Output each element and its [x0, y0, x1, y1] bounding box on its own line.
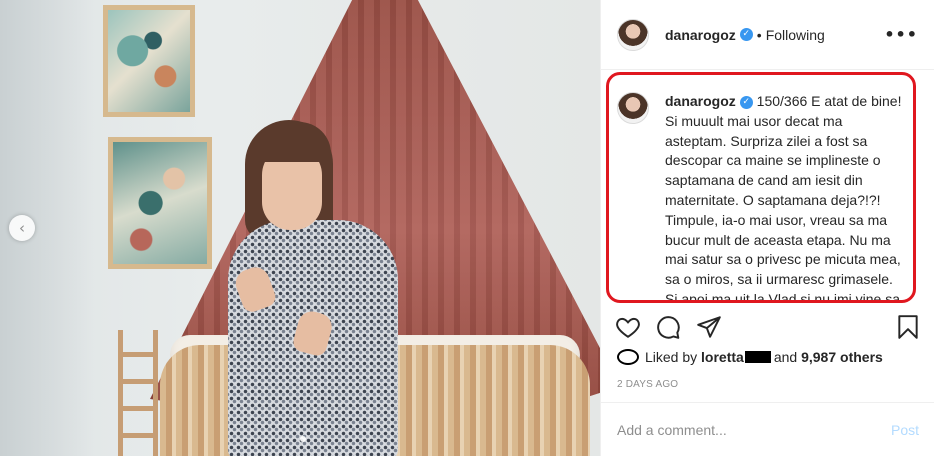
share-icon[interactable] [696, 314, 722, 340]
comment-icon[interactable] [655, 314, 681, 340]
verified-badge-icon: ✓ [739, 28, 753, 41]
liker-username[interactable]: loretta [701, 349, 744, 365]
post-header: danarogoz ✓ • Following ••• [601, 0, 934, 70]
bookmark-icon[interactable] [895, 314, 921, 340]
caption-text-block: danarogoz ✓ 150/366 E atat de bine! Si mu… [665, 92, 903, 303]
post-comment-button[interactable]: Post [891, 422, 919, 438]
likes-connector: and [773, 349, 798, 365]
post-timestamp[interactable]: 2 DAYS AGO [617, 379, 678, 390]
comment-input[interactable] [617, 421, 891, 438]
caption-body: 150/366 E atat de bine! Si muuult mai us… [665, 93, 902, 303]
wooden-ladder [118, 330, 158, 456]
redaction-bar [744, 351, 771, 363]
avatar[interactable] [617, 18, 649, 51]
header-separator: • [756, 26, 762, 43]
likes-summary: Liked by loretta and 9,987 others [617, 349, 883, 365]
liker-avatar[interactable] [617, 349, 639, 365]
verified-badge-icon: ✓ [739, 95, 753, 109]
more-options-icon[interactable]: ••• [884, 25, 918, 44]
post-side-panel: danarogoz ✓ • Following ••• danarogoz ✓ 1… [600, 0, 934, 456]
action-bar [601, 310, 934, 346]
caption-username[interactable]: danarogoz [665, 93, 736, 109]
caption-highlight: danarogoz ✓ 150/366 E atat de bine! Si mu… [606, 72, 916, 303]
post-photo[interactable]: ‹ [0, 0, 600, 456]
wall-painting-bottom [108, 137, 212, 269]
heart-icon[interactable] [615, 314, 641, 340]
likes-others-link[interactable]: 9,987 others [801, 349, 883, 365]
carousel-prev-button[interactable]: ‹ [9, 215, 35, 241]
header-username[interactable]: danarogoz [665, 27, 736, 43]
following-button[interactable]: Following [766, 27, 825, 43]
caption-avatar[interactable] [617, 92, 649, 124]
likes-prefix: Liked by [645, 349, 698, 365]
caption: danarogoz ✓ 150/366 E atat de bine! Si mu… [609, 75, 913, 303]
carousel-dot [300, 436, 306, 442]
comment-bar: Post [601, 402, 934, 456]
wall-painting-top [103, 5, 195, 117]
